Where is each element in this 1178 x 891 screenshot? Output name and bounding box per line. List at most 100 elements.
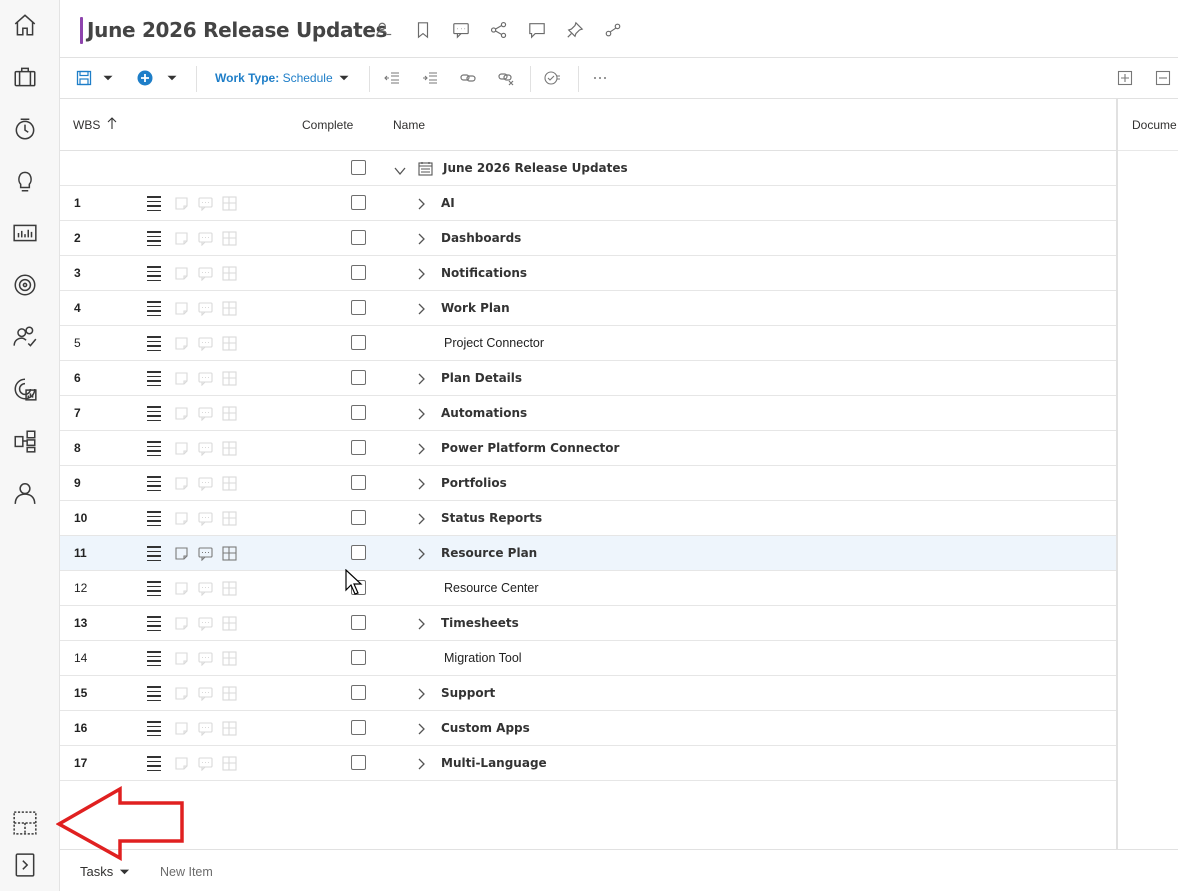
new-item-button[interactable]: New Item (160, 865, 213, 879)
board-icon[interactable] (222, 231, 237, 246)
table-row[interactable]: 8 Power Platform Connector (60, 431, 1118, 466)
expand-rail-icon[interactable] (10, 850, 40, 880)
complete-checkbox[interactable] (351, 615, 366, 630)
notes-icon[interactable] (174, 336, 189, 351)
notes-icon[interactable] (174, 196, 189, 211)
row-menu-icon[interactable] (147, 301, 161, 316)
chevron-right-icon[interactable] (416, 512, 426, 525)
board-icon[interactable] (222, 721, 237, 736)
notes-icon[interactable] (174, 511, 189, 526)
complete-checkbox[interactable] (351, 685, 366, 700)
board-icon[interactable] (222, 686, 237, 701)
collapse-all-icon[interactable] (1155, 68, 1171, 88)
comment-icon[interactable] (198, 441, 213, 457)
notes-icon[interactable] (174, 231, 189, 246)
comment-icon[interactable] (198, 371, 213, 387)
notes-icon[interactable] (174, 476, 189, 491)
notes-icon[interactable] (174, 406, 189, 421)
notes-icon[interactable] (174, 721, 189, 736)
row-menu-icon[interactable] (147, 756, 161, 771)
table-row[interactable]: 17 Multi-Language (60, 746, 1118, 781)
table-row[interactable]: 11 Resource Plan (60, 536, 1118, 571)
comment-icon[interactable] (198, 336, 213, 352)
chevron-right-icon[interactable] (416, 267, 426, 280)
more-options-icon[interactable] (592, 68, 608, 88)
complete-checkbox[interactable] (351, 510, 366, 525)
home-icon[interactable] (10, 10, 40, 40)
table-row[interactable]: 3 Notifications (60, 256, 1118, 291)
complete-checkbox[interactable] (351, 475, 366, 490)
briefcase-icon[interactable] (10, 62, 40, 92)
complete-checkbox[interactable] (351, 195, 366, 210)
table-row[interactable]: 16 Custom Apps (60, 711, 1118, 746)
notes-icon[interactable] (174, 616, 189, 631)
table-row[interactable]: 5 Project Connector (60, 326, 1118, 361)
column-header-complete[interactable]: Complete (302, 118, 353, 132)
column-header-wbs[interactable]: WBS (73, 117, 117, 132)
comment-icon[interactable] (198, 301, 213, 317)
people-check-icon[interactable] (10, 322, 40, 352)
reports-chart-icon[interactable] (10, 218, 40, 248)
table-row[interactable]: 9 Portfolios (60, 466, 1118, 501)
row-menu-icon[interactable] (147, 511, 161, 526)
comment-icon[interactable] (198, 476, 213, 492)
notes-icon[interactable] (174, 301, 189, 316)
complete-checkbox[interactable] (351, 230, 366, 245)
table-row[interactable]: 12 Resource Center (60, 571, 1118, 606)
add-dropdown-caret-icon[interactable] (166, 68, 178, 88)
chevron-right-icon[interactable] (416, 442, 426, 455)
mark-complete-icon[interactable] (544, 68, 560, 88)
comment-icon[interactable] (198, 686, 213, 702)
row-menu-icon[interactable] (147, 336, 161, 351)
complete-checkbox[interactable] (351, 300, 366, 315)
chevron-right-icon[interactable] (416, 302, 426, 315)
chevron-right-icon[interactable] (416, 722, 426, 735)
chevron-right-icon[interactable] (416, 617, 426, 630)
row-menu-icon[interactable] (147, 231, 161, 246)
notes-icon[interactable] (174, 756, 189, 771)
board-icon[interactable] (222, 266, 237, 281)
timesheet-clock-icon[interactable] (10, 114, 40, 144)
target-icon[interactable] (10, 270, 40, 300)
link-icon[interactable] (603, 20, 623, 40)
complete-checkbox[interactable] (351, 755, 366, 770)
row-menu-icon[interactable] (147, 616, 161, 631)
row-menu-icon[interactable] (147, 721, 161, 736)
notes-icon[interactable] (174, 686, 189, 701)
complete-checkbox[interactable] (351, 265, 366, 280)
row-menu-icon[interactable] (147, 406, 161, 421)
chevron-right-icon[interactable] (416, 197, 426, 210)
board-icon[interactable] (222, 196, 237, 211)
complete-checkbox[interactable] (351, 405, 366, 420)
link-tasks-icon[interactable] (460, 68, 476, 88)
row-menu-icon[interactable] (147, 196, 161, 211)
notes-icon[interactable] (174, 371, 189, 386)
table-row[interactable]: 13 Timesheets (60, 606, 1118, 641)
comment-icon[interactable] (198, 756, 213, 772)
notes-icon[interactable] (174, 441, 189, 456)
table-row[interactable]: 7 Automations (60, 396, 1118, 431)
comment-icon[interactable] (198, 651, 213, 667)
table-row[interactable]: 1 AI (60, 186, 1118, 221)
table-row[interactable]: 10 Status Reports (60, 501, 1118, 536)
outdent-icon[interactable] (384, 68, 400, 88)
table-row[interactable]: 14 Migration Tool (60, 641, 1118, 676)
person-icon[interactable] (374, 20, 394, 40)
table-row[interactable]: 6 Plan Details (60, 361, 1118, 396)
complete-checkbox[interactable] (351, 335, 366, 350)
complete-checkbox[interactable] (351, 160, 366, 175)
pin-icon[interactable] (565, 20, 585, 40)
work-type-selector[interactable]: Work Type: Schedule (215, 71, 333, 85)
table-row[interactable]: 4 Work Plan (60, 291, 1118, 326)
column-header-name[interactable]: Name (393, 118, 425, 132)
bookmark-icon[interactable] (413, 20, 433, 40)
row-menu-icon[interactable] (147, 546, 161, 561)
board-icon[interactable] (222, 371, 237, 386)
complete-checkbox[interactable] (351, 650, 366, 665)
row-menu-icon[interactable] (147, 266, 161, 281)
board-icon[interactable] (222, 441, 237, 456)
board-icon[interactable] (222, 406, 237, 421)
chat-icon[interactable] (527, 20, 547, 40)
board-icon[interactable] (222, 616, 237, 631)
share-icon[interactable] (489, 20, 509, 40)
